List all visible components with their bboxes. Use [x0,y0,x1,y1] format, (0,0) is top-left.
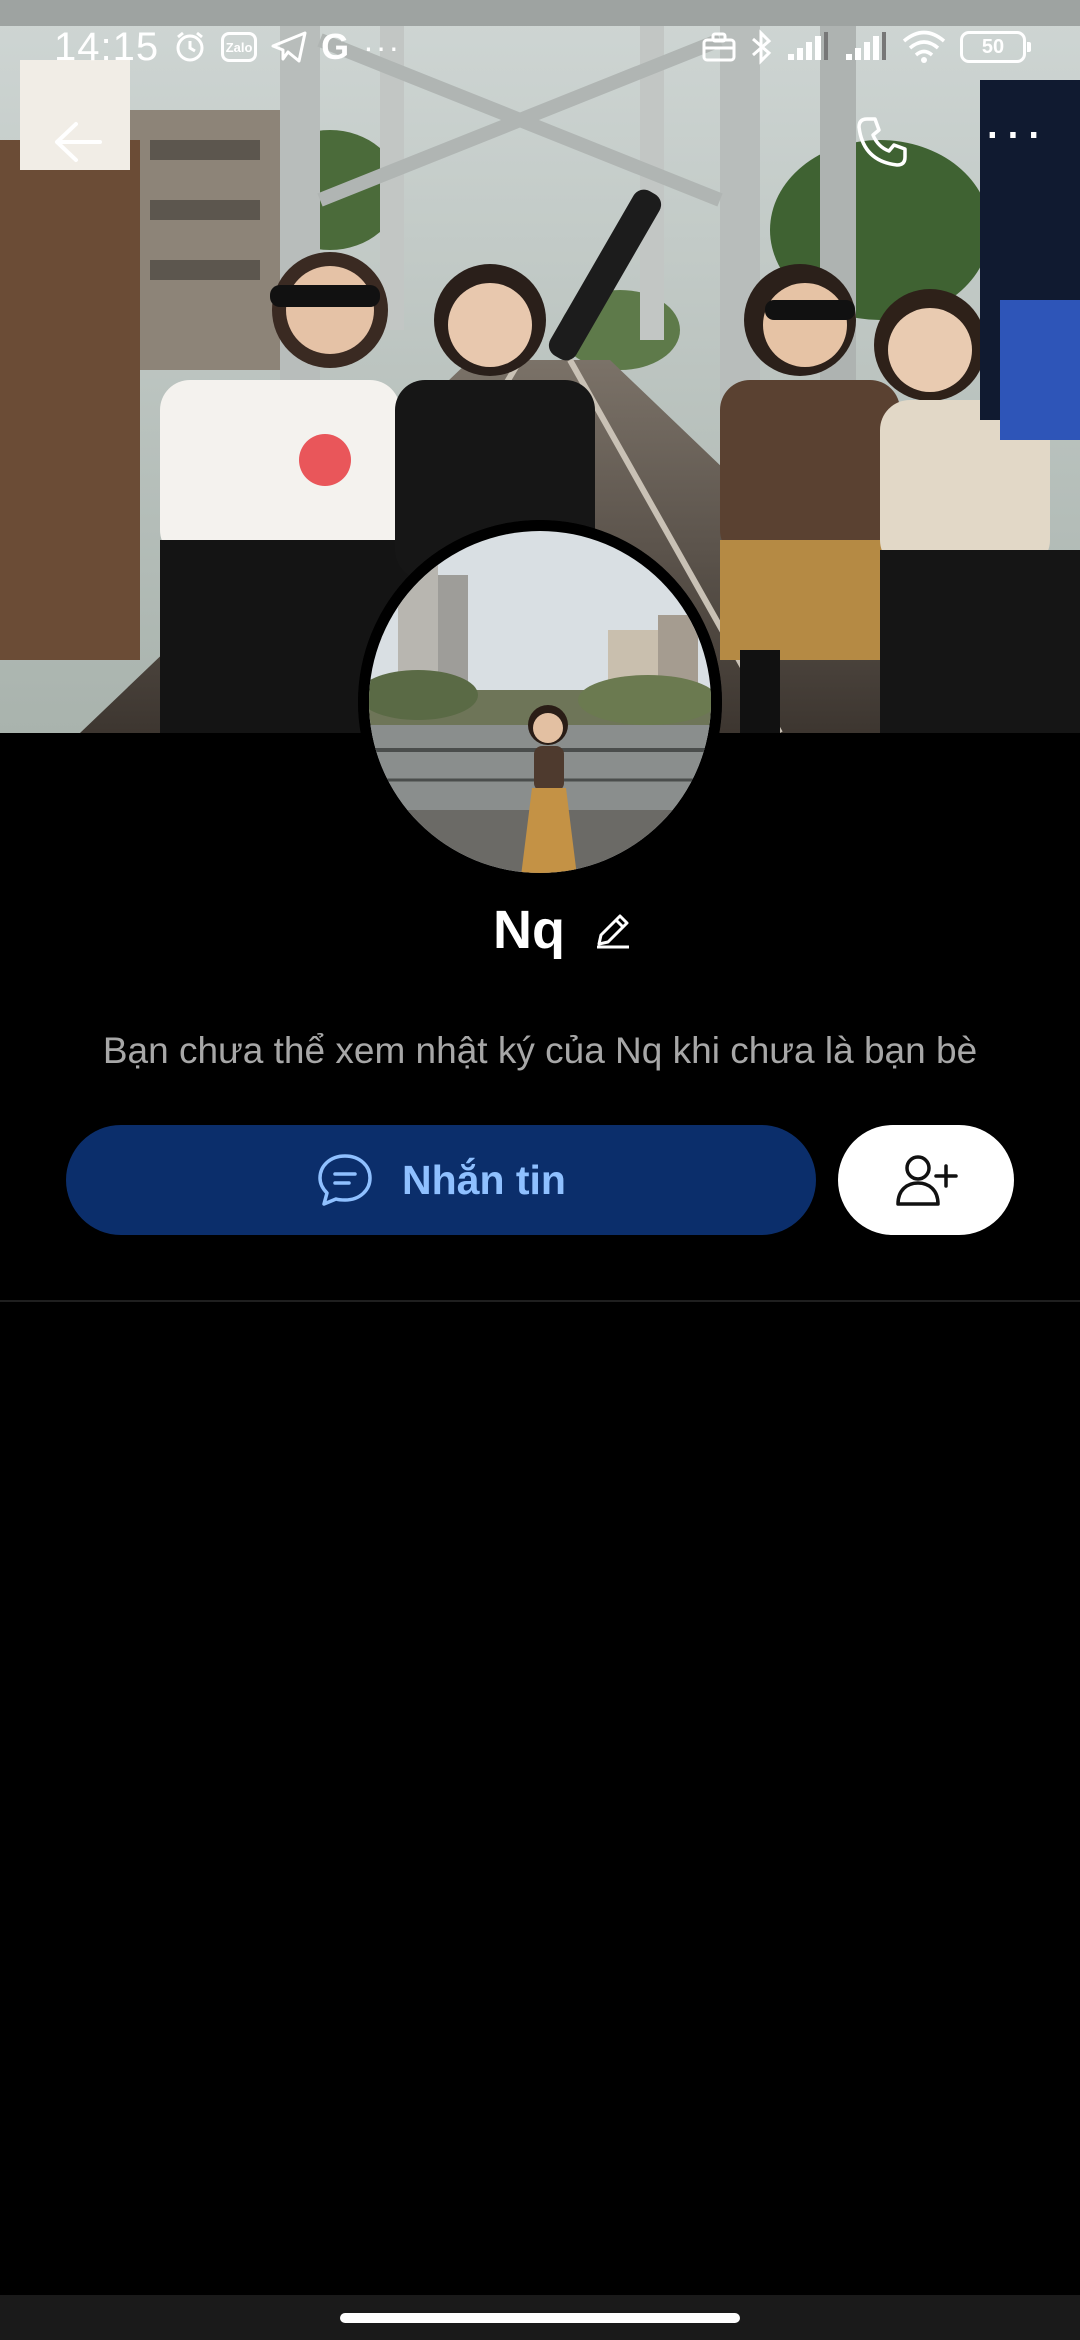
phone-icon [857,117,907,167]
signal-strength-icon [786,32,830,62]
arrow-left-icon [55,122,102,162]
status-time: 14:15 [54,24,160,69]
zalo-notification-icon: Zalo [221,32,258,62]
message-button[interactable]: Nhắn tin [66,1125,816,1235]
wifi-icon [902,30,946,64]
home-indicator[interactable] [340,2313,740,2323]
telegram-icon [271,31,307,63]
add-user-icon [896,1155,958,1206]
signal-strength-2-icon [844,32,888,62]
name-row: Nq [0,894,1080,966]
more-options-button[interactable]: ··· [972,100,1056,184]
battery-icon: 50 [960,31,1031,63]
google-icon: G [321,26,350,67]
avatar[interactable] [358,520,722,884]
more-notifications-icon: ··· [363,28,402,65]
avatar-image [358,520,722,884]
top-nav: ··· [0,100,1080,184]
status-bar: 14:15 Zalo G ··· 50 [0,0,1080,94]
more-horizontal-icon: ··· [983,99,1045,162]
back-button[interactable] [36,100,120,184]
status-left: 14:15 Zalo G ··· [54,25,401,70]
profile-screen: 14:15 Zalo G ··· 50 ··· Nq Bạn chưa thể … [0,0,1080,2340]
section-divider [0,1300,1080,1302]
profile-name: Nq [493,900,565,960]
call-button[interactable] [840,100,924,184]
bluetooth-icon [750,29,772,65]
message-button-label: Nhắn tin [402,1156,566,1203]
privacy-notice: Bạn chưa thể xem nhật ký của Nq khi chưa… [102,1030,978,1071]
edit-name-button[interactable] [589,906,637,954]
alarm-icon [173,30,207,64]
chat-bubble-icon [318,1154,372,1206]
pencil-icon [596,914,629,949]
work-profile-icon [702,32,736,62]
status-right: 50 [702,29,1031,65]
add-friend-button[interactable] [838,1125,1014,1235]
